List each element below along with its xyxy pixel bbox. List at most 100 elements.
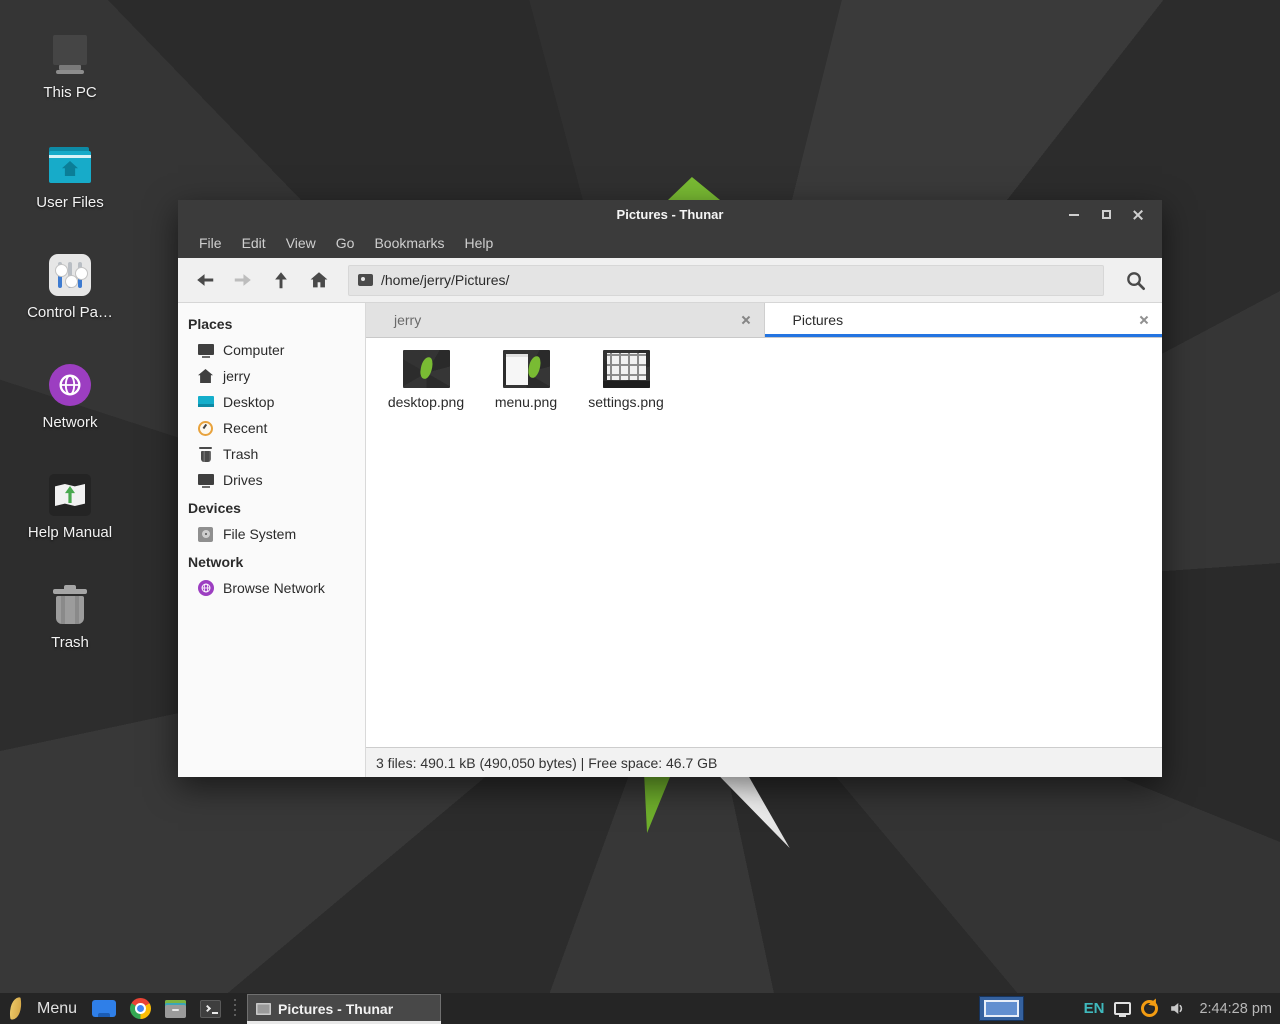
menu-bookmarks[interactable]: Bookmarks [364, 229, 454, 258]
desktop-icon-help-manual[interactable]: Help Manual [10, 454, 130, 541]
task-button-thunar[interactable]: Pictures - Thunar [247, 994, 441, 1023]
hard-drive-icon [198, 527, 213, 542]
menu-button-label[interactable]: Menu [33, 1000, 81, 1018]
tab-close-icon[interactable] [740, 314, 752, 326]
desktop-icon-label: Network [42, 414, 97, 431]
maximize-button[interactable] [1090, 200, 1122, 229]
terminal-launcher[interactable] [197, 993, 224, 1024]
display-settings-icon[interactable] [1114, 1002, 1131, 1015]
globe-icon [198, 580, 214, 596]
file-manager-launcher[interactable] [162, 993, 189, 1024]
desktop-icon-label: Control Pa… [27, 304, 113, 321]
maximize-icon [1102, 210, 1111, 219]
file-name: menu.png [495, 394, 557, 410]
tab-close-icon[interactable] [1138, 314, 1150, 326]
sidebar-item-label: Browse Network [223, 580, 325, 596]
menu-button[interactable] [6, 993, 25, 1024]
workspace-switcher[interactable] [979, 996, 1024, 1021]
up-button[interactable] [262, 262, 300, 298]
sidebar-header-devices: Devices [178, 493, 365, 521]
desktop-icon-this-pc[interactable]: This PC [10, 14, 130, 101]
sidebar-item-recent[interactable]: Recent [178, 415, 365, 441]
forward-button[interactable] [224, 262, 262, 298]
sidebar-item-label: Trash [223, 446, 258, 462]
chrome-icon [130, 998, 151, 1019]
sidebar-item-label: Desktop [223, 394, 274, 410]
back-button[interactable] [186, 262, 224, 298]
sidebar-item-computer[interactable]: Computer [178, 337, 365, 363]
menu-bar: File Edit View Go Bookmarks Help [178, 229, 1162, 258]
tab-pictures[interactable]: Pictures [765, 303, 1163, 337]
desktop-icon-network[interactable]: Network [10, 344, 130, 431]
drives-icon [198, 473, 214, 488]
toolbar: /home/jerry/Pictures/ [178, 258, 1162, 303]
desktop-icon-control-panel[interactable]: Control Pa… [10, 234, 130, 321]
workspace-1[interactable] [984, 1000, 1019, 1017]
file-item-settings-png[interactable]: settings.png [576, 346, 676, 410]
desktop-icon-label: Help Manual [28, 524, 112, 541]
volume-icon[interactable] [1168, 999, 1187, 1018]
home-icon [198, 369, 213, 383]
clock[interactable]: 2:44:28 pm [1197, 1001, 1272, 1017]
menu-edit[interactable]: Edit [232, 229, 276, 258]
side-pane: Places Computer jerry Desktop Recent Tra… [178, 303, 366, 777]
image-thumbnail [403, 350, 450, 388]
sidebar-item-jerry[interactable]: jerry [178, 363, 365, 389]
desktop-icon-user-files[interactable]: User Files [10, 124, 130, 211]
minimize-icon [1069, 214, 1079, 216]
home-button[interactable] [300, 262, 338, 298]
tab-label: Pictures [793, 312, 1139, 328]
sidebar-item-desktop[interactable]: Desktop [178, 389, 365, 415]
forward-icon [232, 269, 254, 291]
sidebar-item-label: Drives [223, 472, 263, 488]
trash-icon [199, 447, 212, 462]
file-view[interactable]: desktop.png menu.png settings.png [366, 338, 1162, 747]
terminal-icon [200, 1000, 221, 1018]
sidebar-header-places: Places [178, 309, 365, 337]
control-panel-icon [49, 254, 91, 296]
file-item-menu-png[interactable]: menu.png [476, 346, 576, 410]
home-icon [308, 269, 330, 291]
system-tray: EN 2:44:28 pm [1084, 999, 1272, 1018]
this-pc-icon [49, 33, 91, 77]
desktop-icon-trash[interactable]: Trash [10, 564, 130, 651]
update-manager-icon[interactable] [1141, 1000, 1158, 1017]
image-thumbnail [603, 350, 650, 388]
close-button[interactable] [1122, 200, 1154, 229]
file-name: desktop.png [388, 394, 464, 410]
menu-view[interactable]: View [276, 229, 326, 258]
desktop-icon-column: This PC User Files Control Pa… Network H… [10, 14, 130, 651]
menu-help[interactable]: Help [455, 229, 504, 258]
status-bar: 3 files: 490.1 kB (490,050 bytes) | Free… [366, 747, 1162, 777]
file-item-desktop-png[interactable]: desktop.png [376, 346, 476, 410]
up-icon [270, 269, 292, 291]
desktop-icon-label: This PC [43, 84, 96, 101]
sidebar-item-trash[interactable]: Trash [178, 441, 365, 467]
menu-file[interactable]: File [189, 229, 232, 258]
taskbar: Menu Pictures - Thunar EN 2:44:28 pm [0, 993, 1280, 1024]
minimize-button[interactable] [1058, 200, 1090, 229]
sidebar-item-file-system[interactable]: File System [178, 521, 365, 547]
sidebar-item-drives[interactable]: Drives [178, 467, 365, 493]
window-controls [1058, 200, 1154, 229]
sidebar-header-network: Network [178, 547, 365, 575]
user-files-folder-icon [49, 147, 91, 183]
task-window-icon [256, 1003, 271, 1015]
keyboard-layout-indicator[interactable]: EN [1084, 1000, 1105, 1017]
tasklist-handle[interactable] [232, 999, 237, 1019]
wallpaper-logo-quill [714, 777, 792, 851]
thunar-window: Pictures - Thunar File Edit View Go Book… [178, 200, 1162, 777]
path-bar[interactable]: /home/jerry/Pictures/ [348, 265, 1104, 296]
sidebar-item-label: Recent [223, 420, 267, 436]
wallpaper-logo-leaf [668, 177, 720, 200]
search-button[interactable] [1116, 262, 1154, 298]
tab-jerry[interactable]: jerry [366, 303, 765, 337]
menu-go[interactable]: Go [326, 229, 365, 258]
chrome-launcher[interactable] [127, 993, 154, 1024]
window-title: Pictures - Thunar [617, 207, 724, 222]
window-titlebar[interactable]: Pictures - Thunar [178, 200, 1162, 229]
sidebar-item-browse-network[interactable]: Browse Network [178, 575, 365, 601]
desktop-icon [198, 395, 214, 410]
show-desktop-launcher[interactable] [89, 993, 119, 1024]
tab-bar: jerry Pictures [366, 303, 1162, 338]
